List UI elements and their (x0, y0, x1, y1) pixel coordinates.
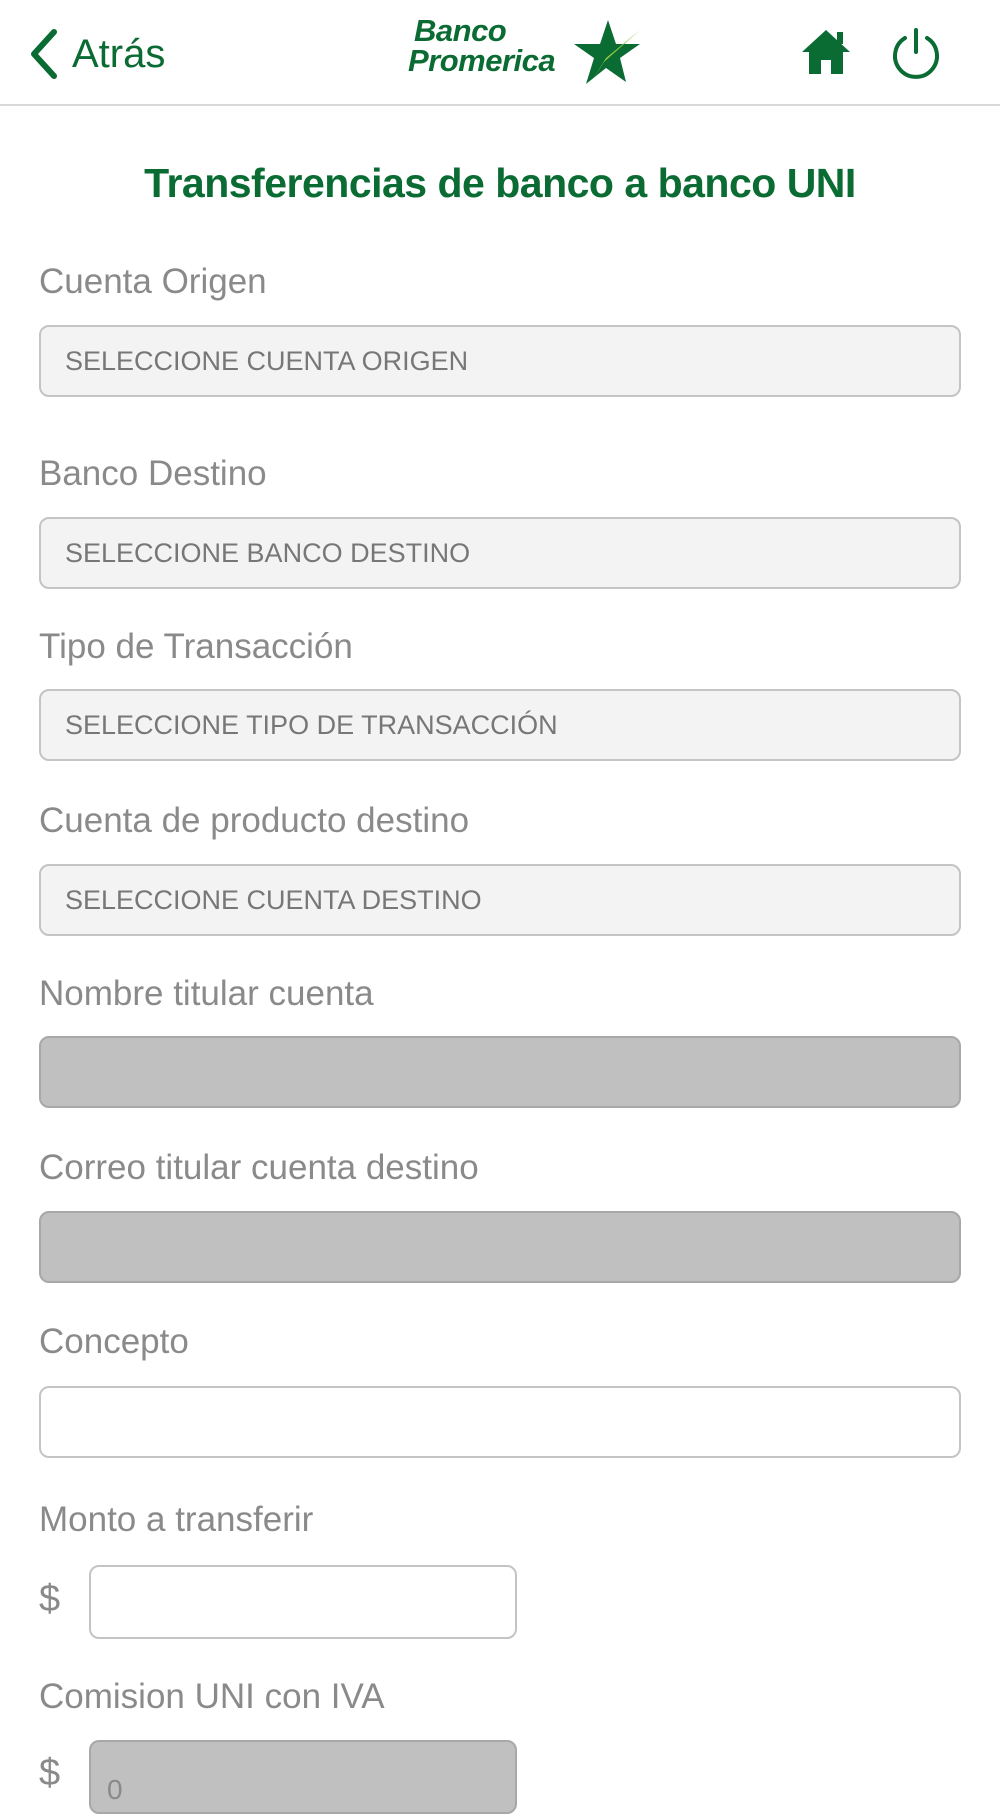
comision-label: Comision UNI con IVA (39, 1677, 385, 1716)
nombre-titular-field (39, 1036, 961, 1108)
cuenta-origen-select[interactable]: SELECCIONE CUENTA ORIGEN (39, 325, 961, 397)
home-icon (802, 30, 850, 74)
logo-line-1: Banco (414, 13, 507, 48)
tipo-transaccion-label: Tipo de Transacción (39, 627, 353, 666)
cuenta-destino-label: Cuenta de producto destino (39, 801, 470, 840)
monto-label: Monto a transferir (39, 1500, 314, 1539)
cuenta-destino-select[interactable]: SELECCIONE CUENTA DESTINO (39, 864, 961, 936)
back-button[interactable]: Atrás (28, 24, 165, 84)
nombre-titular-label: Nombre titular cuenta (39, 974, 374, 1013)
banco-destino-label: Banco Destino (39, 454, 267, 493)
concepto-input[interactable] (39, 1386, 961, 1458)
monto-currency-symbol: $ (39, 1578, 61, 1620)
correo-titular-field (39, 1211, 961, 1283)
top-bar: Atrás Banco Promerica (0, 0, 1000, 106)
tipo-transaccion-select[interactable]: SELECCIONE TIPO DE TRANSACCIÓN (39, 689, 961, 761)
comision-currency-symbol: $ (39, 1752, 61, 1794)
power-icon (893, 28, 939, 79)
comision-field: 0 (89, 1740, 517, 1814)
logo-line-2: Promerica (408, 43, 556, 78)
monto-input[interactable] (89, 1565, 517, 1639)
bank-logo: Banco Promerica (408, 13, 640, 88)
star-icon (574, 20, 640, 84)
page-title: Transferencias de banco a banco UNI (144, 160, 856, 206)
cuenta-origen-label: Cuenta Origen (39, 262, 267, 301)
home-button[interactable] (800, 26, 852, 83)
correo-titular-label: Correo titular cuenta destino (39, 1148, 479, 1187)
chevron-left-icon (28, 28, 58, 80)
back-label: Atrás (72, 31, 166, 76)
logout-button[interactable] (888, 26, 944, 87)
concepto-label: Concepto (39, 1322, 189, 1361)
banco-destino-select[interactable]: SELECCIONE BANCO DESTINO (39, 517, 961, 589)
